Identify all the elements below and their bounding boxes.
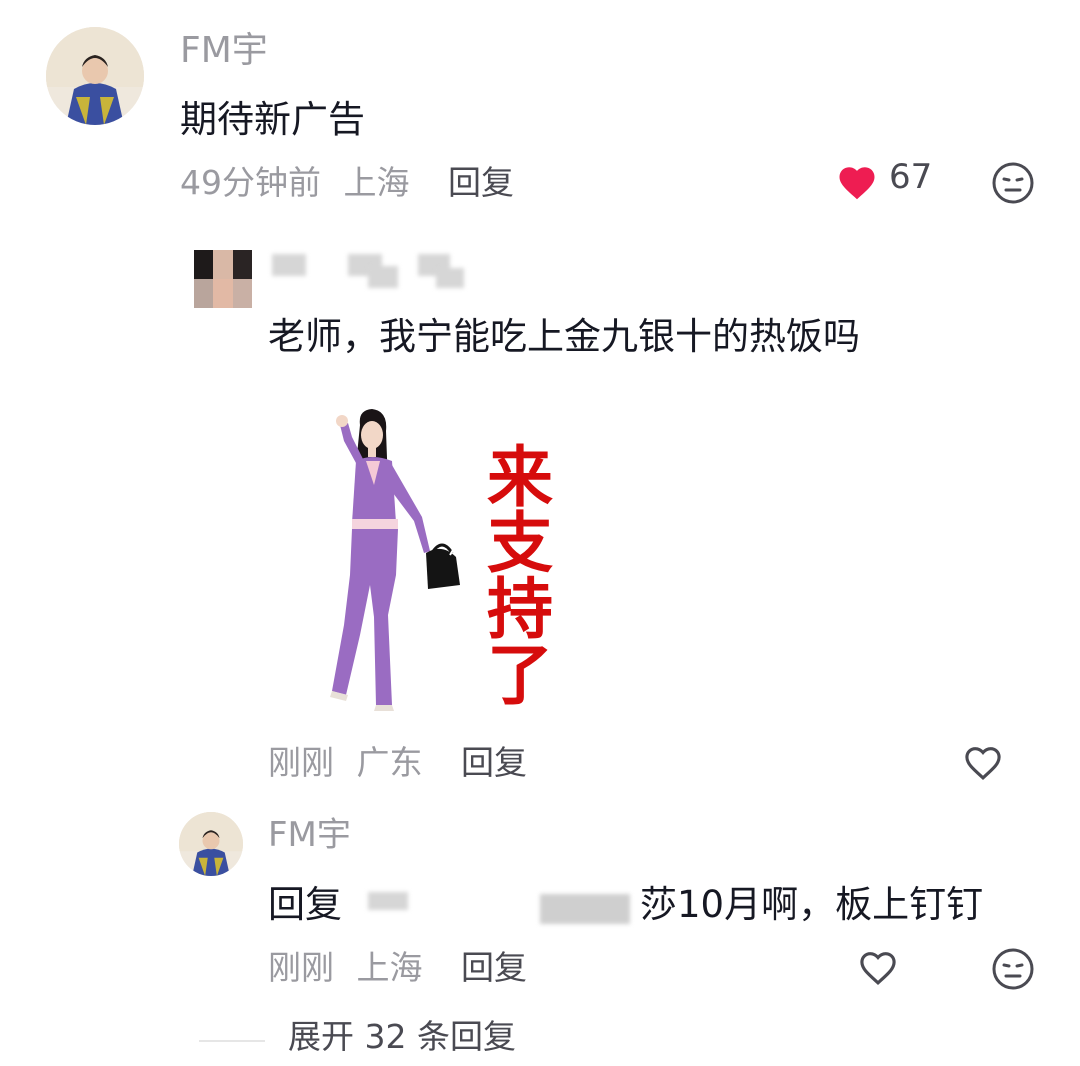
heart-filled-icon xyxy=(839,167,875,200)
reply2-heart-outline-icon[interactable] xyxy=(856,947,900,989)
reply2-censored-mention xyxy=(368,892,408,910)
reply1-sticker[interactable]: 来支持了 xyxy=(330,405,560,715)
avatar-portrait-icon xyxy=(179,812,243,876)
reply2-text-suffix: 莎10月啊，板上钉钉 xyxy=(640,883,984,926)
dislike-face-icon[interactable] xyxy=(991,161,1035,205)
reply2-text: 回复 莎10月啊，板上钉钉 xyxy=(268,886,1028,930)
reply2-meta: 刚刚 上海 回复 xyxy=(268,951,527,984)
comment-meta: 49分钟前 上海 回复 xyxy=(180,166,514,199)
avatar-portrait-icon xyxy=(46,27,144,125)
comment-like-count: 67 xyxy=(889,157,933,197)
reply2-text-prefix: 回复 xyxy=(268,883,342,926)
commenter-username[interactable]: FM宇 xyxy=(180,33,268,69)
comment-time: 49分钟前 xyxy=(180,163,321,202)
walking-woman-sticker-image xyxy=(330,409,460,711)
reply1-avatar-censored[interactable] xyxy=(194,250,252,308)
reply2-reply-button[interactable]: 回复 xyxy=(461,948,527,987)
comment-location: 上海 xyxy=(343,163,410,202)
sticker-caption: 来支持了 xyxy=(487,439,553,714)
reply2-avatar[interactable] xyxy=(179,812,243,876)
expand-divider xyxy=(199,1040,265,1042)
reply1-text: 老师，我宁能吃上金九银十的热饭吗 xyxy=(268,315,860,358)
commenter-avatar[interactable] xyxy=(46,27,144,125)
reply2-dislike-face-icon[interactable] xyxy=(991,947,1035,991)
pixelated-avatar-icon xyxy=(194,250,252,308)
reply1-heart-outline-icon[interactable] xyxy=(961,742,1005,784)
reply2-username[interactable]: FM宇 xyxy=(268,818,351,852)
expand-replies-button[interactable]: 展开 32 条回复 xyxy=(288,1020,516,1053)
reply1-location: 广东 xyxy=(356,743,423,782)
reply2-location: 上海 xyxy=(356,948,423,987)
reply1-reply-button[interactable]: 回复 xyxy=(461,743,527,782)
comment-like-button[interactable]: 67 xyxy=(835,158,945,206)
reply2-time: 刚刚 xyxy=(268,948,334,987)
reply1-meta: 刚刚 广东 回复 xyxy=(268,746,527,779)
comment-text: 期待新广告 xyxy=(180,98,365,141)
reply1-username-censored[interactable] xyxy=(268,252,468,292)
reply2-censored-mention-2 xyxy=(540,894,630,924)
comment-reply-button[interactable]: 回复 xyxy=(448,163,514,202)
reply1-time: 刚刚 xyxy=(268,743,334,782)
